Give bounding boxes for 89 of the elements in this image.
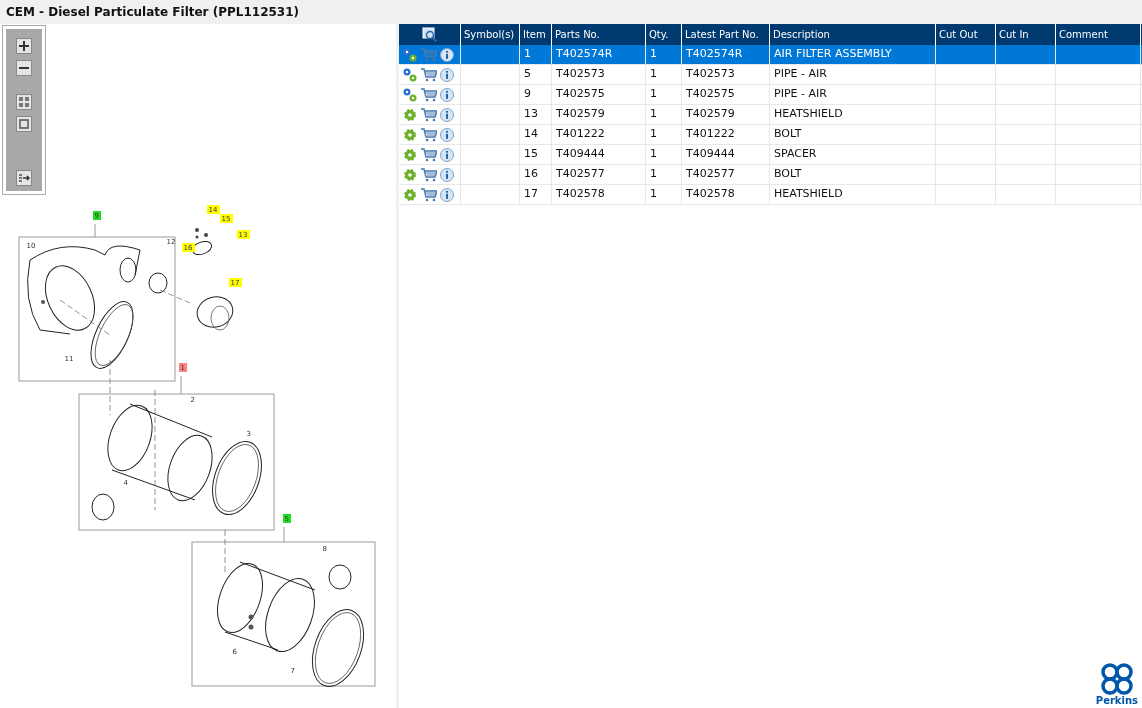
- gears-icon[interactable]: [402, 66, 418, 83]
- table-cell: 1: [650, 46, 657, 63]
- table-cell: HEATSHIELD: [774, 186, 843, 203]
- table-cell: 5: [524, 66, 531, 83]
- window-title: CEM - Diesel Particulate Filter (PPL112531): [6, 4, 300, 21]
- table-cell: 17: [524, 186, 538, 203]
- table-row[interactable]: 14 T401222 1 T401222 BOLT: [399, 125, 1142, 145]
- table-cell: PIPE - AIR: [774, 86, 827, 103]
- table-cell: AIR FILTER ASSEMBLY: [774, 46, 892, 63]
- table-row[interactable]: 13 T402579 1 T402579 HEATSHIELD: [399, 105, 1142, 125]
- table-cell: 9: [524, 86, 531, 103]
- table-cell: T402578: [556, 186, 605, 203]
- table-cell: BOLT: [774, 126, 802, 143]
- table-row[interactable]: 5 T402573 1 T402573 PIPE - AIR: [399, 65, 1142, 85]
- cart-icon[interactable]: [421, 107, 437, 122]
- table-cell: T402574R: [556, 46, 613, 63]
- info-icon[interactable]: [440, 87, 454, 102]
- table-cell: T402575: [686, 86, 735, 103]
- column-header[interactable]: Cut Out: [939, 27, 978, 42]
- fit-all-icon[interactable]: [16, 94, 32, 110]
- table-cell: T402578: [686, 186, 735, 203]
- info-icon[interactable]: [440, 107, 454, 122]
- table-cell: 1: [650, 166, 657, 183]
- table-cell: T401222: [556, 126, 605, 143]
- table-row[interactable]: 1 T402574R 1 T402574R AIR FILTER ASSEMBLY: [399, 45, 1142, 65]
- table-cell: T409444: [686, 146, 735, 163]
- logo-text: Perkins: [1095, 696, 1138, 706]
- table-cell: 1: [524, 46, 531, 63]
- table-cell: PIPE - AIR: [774, 66, 827, 83]
- table-cell: T401222: [686, 126, 735, 143]
- column-header[interactable]: Parts No.: [555, 27, 600, 42]
- table-row[interactable]: 9 T402575 1 T402575 PIPE - AIR: [399, 85, 1142, 105]
- table-row[interactable]: 16 T402577 1 T402577 BOLT: [399, 165, 1142, 185]
- column-header[interactable]: Comment: [1059, 27, 1108, 42]
- column-header[interactable]: Symbol(s): [464, 27, 515, 42]
- table-cell: T402579: [556, 106, 605, 123]
- table-cell: 1: [650, 86, 657, 103]
- cart-icon[interactable]: [421, 147, 437, 162]
- gear-icon[interactable]: [402, 186, 418, 203]
- gear-icon[interactable]: [402, 166, 418, 183]
- gears-icon[interactable]: [402, 86, 418, 103]
- table-cell: 1: [650, 126, 657, 143]
- info-icon[interactable]: [440, 67, 454, 82]
- table-cell: 15: [524, 146, 538, 163]
- search-icon[interactable]: [421, 26, 438, 43]
- table-cell: 13: [524, 106, 538, 123]
- cart-icon[interactable]: [421, 67, 437, 82]
- table-cell: T402573: [556, 66, 605, 83]
- cart-icon[interactable]: [421, 187, 437, 202]
- table-cell: T409444: [556, 146, 605, 163]
- square-icon[interactable]: [16, 116, 32, 132]
- column-header[interactable]: Qty.: [649, 27, 669, 42]
- logo-icon: [1099, 662, 1134, 696]
- table-cell: HEATSHIELD: [774, 106, 843, 123]
- table-cell: T402577: [556, 166, 605, 183]
- table-cell: 1: [650, 66, 657, 83]
- gears-icon[interactable]: [402, 46, 418, 63]
- info-icon[interactable]: [440, 47, 454, 62]
- table-cell: 16: [524, 166, 538, 183]
- table-cell: SPACER: [774, 146, 817, 163]
- table-cell: T402573: [686, 66, 735, 83]
- column-header[interactable]: Description: [773, 27, 830, 42]
- table-cell: BOLT: [774, 166, 802, 183]
- info-icon[interactable]: [440, 187, 454, 202]
- export-list-icon[interactable]: [16, 170, 32, 186]
- table-row[interactable]: 15 T409444 1 T409444 SPACER: [399, 145, 1142, 165]
- info-icon[interactable]: [440, 147, 454, 162]
- info-icon[interactable]: [440, 127, 454, 142]
- table-cell: 1: [650, 146, 657, 163]
- zoom-out-icon[interactable]: [16, 60, 32, 76]
- table-cell: T402579: [686, 106, 735, 123]
- table-cell: 1: [650, 186, 657, 203]
- table-cell: 14: [524, 126, 538, 143]
- table-row[interactable]: 17 T402578 1 T402578 HEATSHIELD: [399, 185, 1142, 205]
- table-cell: T402574R: [686, 46, 743, 63]
- gear-icon[interactable]: [402, 146, 418, 163]
- cart-icon[interactable]: [421, 127, 437, 142]
- info-icon[interactable]: [440, 167, 454, 182]
- zoom-in-icon[interactable]: [16, 38, 32, 54]
- column-header[interactable]: Latest Part No.: [685, 27, 759, 42]
- gear-icon[interactable]: [402, 106, 418, 123]
- cart-icon[interactable]: [421, 87, 437, 102]
- cart-icon[interactable]: [421, 167, 437, 182]
- column-header[interactable]: Cut In: [999, 27, 1029, 42]
- table-cell: 1: [650, 106, 657, 123]
- gear-icon[interactable]: [402, 126, 418, 143]
- table-cell: T402577: [686, 166, 735, 183]
- table-cell: T402575: [556, 86, 605, 103]
- column-header[interactable]: Item: [523, 27, 546, 42]
